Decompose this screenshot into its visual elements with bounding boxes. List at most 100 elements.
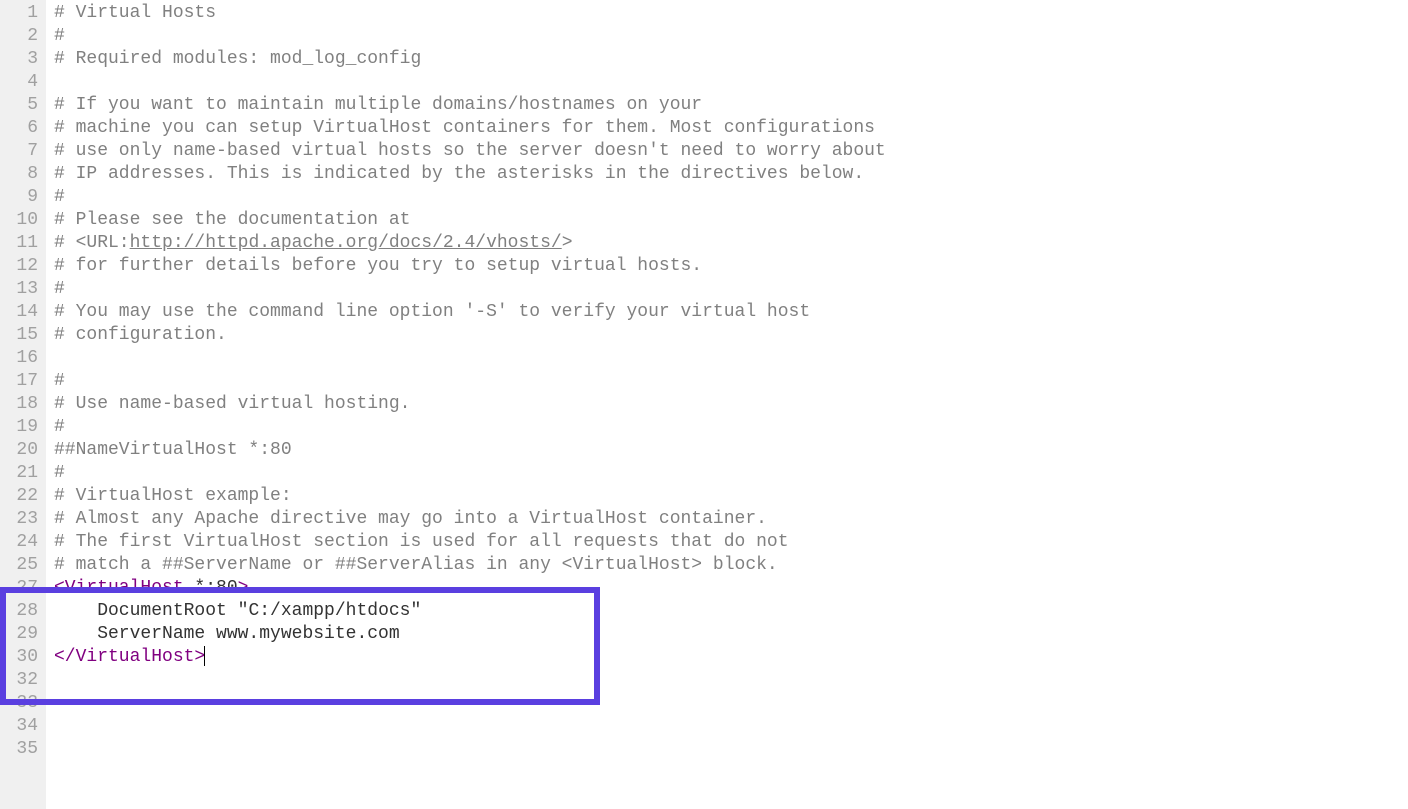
line-number: 10	[4, 209, 38, 232]
code-token: # VirtualHost example:	[54, 486, 292, 506]
line-number: 17	[4, 370, 38, 393]
line-number: 27	[4, 577, 38, 600]
line-number: 30	[4, 646, 38, 669]
code-line[interactable]	[54, 347, 1408, 370]
line-number: 25	[4, 554, 38, 577]
line-number: 21	[4, 462, 38, 485]
code-line[interactable]	[54, 715, 1408, 738]
code-token: "C:/xampp/htdocs"	[238, 601, 422, 621]
code-line[interactable]: # for further details before you try to …	[54, 255, 1408, 278]
code-editor[interactable]: 1234567891011121314151617181920212223242…	[0, 0, 1408, 809]
line-number: 32	[4, 669, 38, 692]
code-token: # Use name-based virtual hosting.	[54, 394, 410, 414]
code-token: # You may use the command line option '-…	[54, 302, 810, 322]
code-line[interactable]: # Required modules: mod_log_config	[54, 48, 1408, 71]
line-number: 5	[4, 94, 38, 117]
code-token: ServerName www.mywebsite.com	[54, 624, 400, 644]
line-number: 3	[4, 48, 38, 71]
code-area[interactable]: # Virtual Hosts## Required modules: mod_…	[46, 0, 1408, 809]
line-number: 2	[4, 25, 38, 48]
code-token: #	[54, 417, 65, 437]
line-number: 1	[4, 2, 38, 25]
line-number: 18	[4, 393, 38, 416]
line-number: 35	[4, 738, 38, 761]
code-line[interactable]: # use only name-based virtual hosts so t…	[54, 140, 1408, 163]
line-number-gutter: 1234567891011121314151617181920212223242…	[0, 0, 46, 809]
code-token: # <URL:	[54, 233, 130, 253]
line-number: 29	[4, 623, 38, 646]
code-line[interactable]: ##NameVirtualHost *:80	[54, 439, 1408, 462]
code-line[interactable]	[54, 669, 1408, 692]
code-line[interactable]: </VirtualHost>	[54, 646, 1408, 669]
code-token: # match a ##ServerName or ##ServerAlias …	[54, 555, 778, 575]
code-token: <VirtualHost	[54, 578, 184, 598]
current-line-highlight	[54, 646, 1408, 669]
line-number: 12	[4, 255, 38, 278]
code-token: >	[238, 578, 249, 598]
line-number: 4	[4, 71, 38, 94]
line-number: 11	[4, 232, 38, 255]
line-number: 16	[4, 347, 38, 370]
code-token: # machine you can setup VirtualHost cont…	[54, 118, 875, 138]
code-line[interactable]: # VirtualHost example:	[54, 485, 1408, 508]
text-caret	[204, 646, 205, 666]
code-token: # for further details before you try to …	[54, 256, 702, 276]
code-token: #	[54, 463, 65, 483]
code-line[interactable]: # You may use the command line option '-…	[54, 301, 1408, 324]
code-line[interactable]: # match a ##ServerName or ##ServerAlias …	[54, 554, 1408, 577]
code-token: # If you want to maintain multiple domai…	[54, 95, 702, 115]
code-token: *:80	[184, 578, 238, 598]
code-line[interactable]: DocumentRoot "C:/xampp/htdocs"	[54, 600, 1408, 623]
line-number: 6	[4, 117, 38, 140]
line-number: 33	[4, 692, 38, 715]
code-token: ##NameVirtualHost *:80	[54, 440, 292, 460]
line-number: 24	[4, 531, 38, 554]
line-number: 34	[4, 715, 38, 738]
line-number: 19	[4, 416, 38, 439]
code-line[interactable]: #	[54, 278, 1408, 301]
code-token: # IP addresses. This is indicated by the…	[54, 164, 864, 184]
code-token: http://httpd.apache.org/docs/2.4/vhosts/	[130, 233, 562, 253]
code-token: # Almost any Apache directive may go int…	[54, 509, 767, 529]
code-line[interactable]: #	[54, 462, 1408, 485]
code-token: #	[54, 371, 65, 391]
code-line[interactable]: # configuration.	[54, 324, 1408, 347]
code-line[interactable]	[54, 71, 1408, 94]
line-number: 13	[4, 278, 38, 301]
line-number: 15	[4, 324, 38, 347]
line-number: 14	[4, 301, 38, 324]
code-token: #	[54, 187, 65, 207]
code-line[interactable]	[54, 692, 1408, 715]
line-number: 8	[4, 163, 38, 186]
code-line[interactable]: # Please see the documentation at	[54, 209, 1408, 232]
code-line[interactable]: <VirtualHost *:80>	[54, 577, 1408, 600]
code-line[interactable]: # Almost any Apache directive may go int…	[54, 508, 1408, 531]
line-number: 7	[4, 140, 38, 163]
line-number: 20	[4, 439, 38, 462]
code-line[interactable]: # If you want to maintain multiple domai…	[54, 94, 1408, 117]
code-line[interactable]: ServerName www.mywebsite.com	[54, 623, 1408, 646]
code-token: #	[54, 26, 65, 46]
code-line[interactable]: # Use name-based virtual hosting.	[54, 393, 1408, 416]
code-line[interactable]: # The first VirtualHost section is used …	[54, 531, 1408, 554]
code-token: # The first VirtualHost section is used …	[54, 532, 789, 552]
code-token: # Virtual Hosts	[54, 3, 216, 23]
code-token: DocumentRoot	[54, 601, 238, 621]
code-token: # configuration.	[54, 325, 227, 345]
code-token: </VirtualHost>	[54, 647, 205, 667]
code-line[interactable]: # machine you can setup VirtualHost cont…	[54, 117, 1408, 140]
line-number: 23	[4, 508, 38, 531]
code-token: # Please see the documentation at	[54, 210, 410, 230]
code-line[interactable]: # IP addresses. This is indicated by the…	[54, 163, 1408, 186]
code-token: >	[562, 233, 573, 253]
code-token: #	[54, 279, 65, 299]
code-line[interactable]: #	[54, 186, 1408, 209]
code-line[interactable]: # Virtual Hosts	[54, 2, 1408, 25]
code-line[interactable]: #	[54, 416, 1408, 439]
code-line[interactable]	[54, 738, 1408, 761]
code-token: # use only name-based virtual hosts so t…	[54, 141, 886, 161]
code-line[interactable]: #	[54, 25, 1408, 48]
code-line[interactable]: # <URL:http://httpd.apache.org/docs/2.4/…	[54, 232, 1408, 255]
code-line[interactable]: #	[54, 370, 1408, 393]
line-number: 28	[4, 600, 38, 623]
